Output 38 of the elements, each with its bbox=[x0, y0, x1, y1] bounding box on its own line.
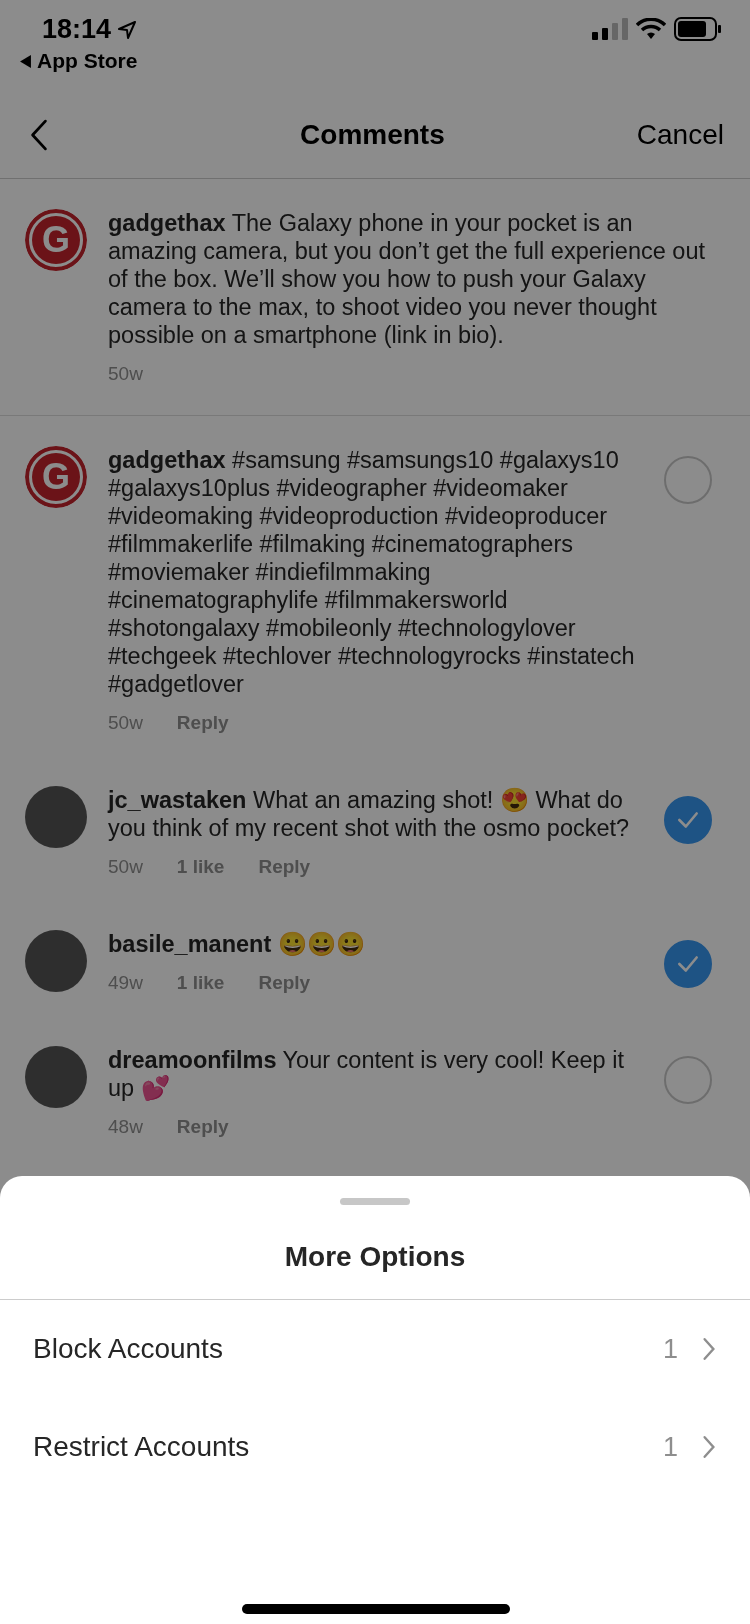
back-to-app-link[interactable]: App Store bbox=[20, 49, 138, 73]
battery-icon bbox=[674, 17, 722, 41]
selected-checkbox[interactable] bbox=[664, 796, 712, 844]
sheet-handle[interactable] bbox=[340, 1198, 410, 1205]
comment-age: 50w bbox=[108, 363, 143, 385]
comment-age: 50w bbox=[108, 856, 143, 878]
option-row[interactable]: Block Accounts 1 bbox=[0, 1300, 750, 1398]
comment-meta-link[interactable]: Reply bbox=[258, 856, 311, 878]
comment-age: 50w bbox=[108, 712, 143, 734]
comment-age: 48w bbox=[108, 1116, 143, 1138]
comment-meta-link[interactable]: 1 like bbox=[176, 972, 225, 994]
avatar-logo-icon[interactable]: G bbox=[25, 209, 87, 271]
cancel-button[interactable]: Cancel bbox=[636, 119, 724, 151]
back-triangle-icon bbox=[20, 54, 31, 68]
comment-meta-link[interactable]: Reply bbox=[258, 972, 311, 994]
avatar-logo-icon[interactable]: G bbox=[25, 446, 87, 508]
comment-text: dreamoonfilms Your content is very cool! Keep it up 💕 bbox=[108, 1046, 625, 1102]
selected-checkbox[interactable] bbox=[664, 940, 712, 988]
chevron-right-icon bbox=[702, 1435, 716, 1459]
chevron-right-icon bbox=[702, 1337, 716, 1361]
comment-age: 49w bbox=[108, 972, 143, 994]
back-icon[interactable] bbox=[30, 119, 48, 151]
comment-text: basile_manent 😀😀😀 bbox=[108, 930, 366, 958]
comment-text: gadgethax The Galaxy phone in your pocket is an amazing camera, but you don’t get the full experience out of the box. We’ll show you how to push your Galaxy camera to the max, to shoot video you never thought possible on a smartphone (link in bio). bbox=[108, 209, 706, 349]
comment-meta-link[interactable]: Reply bbox=[176, 712, 229, 734]
wifi-icon bbox=[636, 18, 666, 40]
signal-icon bbox=[592, 18, 628, 40]
option-row[interactable]: Restrict Accounts 1 bbox=[0, 1398, 750, 1496]
comment-meta-link[interactable]: 1 like bbox=[176, 856, 225, 878]
unselected-checkbox[interactable] bbox=[664, 456, 712, 504]
status-time: 18:14 bbox=[42, 14, 112, 45]
unselected-checkbox[interactable] bbox=[664, 1056, 712, 1104]
comment-text: jc_wastaken What an amazing shot! 😍 What do you think of my recent shot with the osmo pocket? bbox=[108, 786, 631, 842]
location-arrow-icon bbox=[117, 19, 138, 40]
screen-title: Comments bbox=[300, 119, 445, 151]
sheet-title: More Options bbox=[0, 1205, 750, 1300]
comment-meta-link[interactable]: Reply bbox=[176, 1116, 229, 1138]
comment-text: gadgethax #samsung #samsungs10 #galaxys10 #galaxys10plus #videographer #videomaker #videomaking #videoproduction #videoproducer #filmmakerlife #filmaking #cinematographers #moviemaker #indiefilmmaking #cinematographylife #filmmakersworld #shotongalaxy #mobileonly #technologylover #techgeek #techlover #technologyrocks #instatech #gadgetlover bbox=[108, 446, 636, 698]
